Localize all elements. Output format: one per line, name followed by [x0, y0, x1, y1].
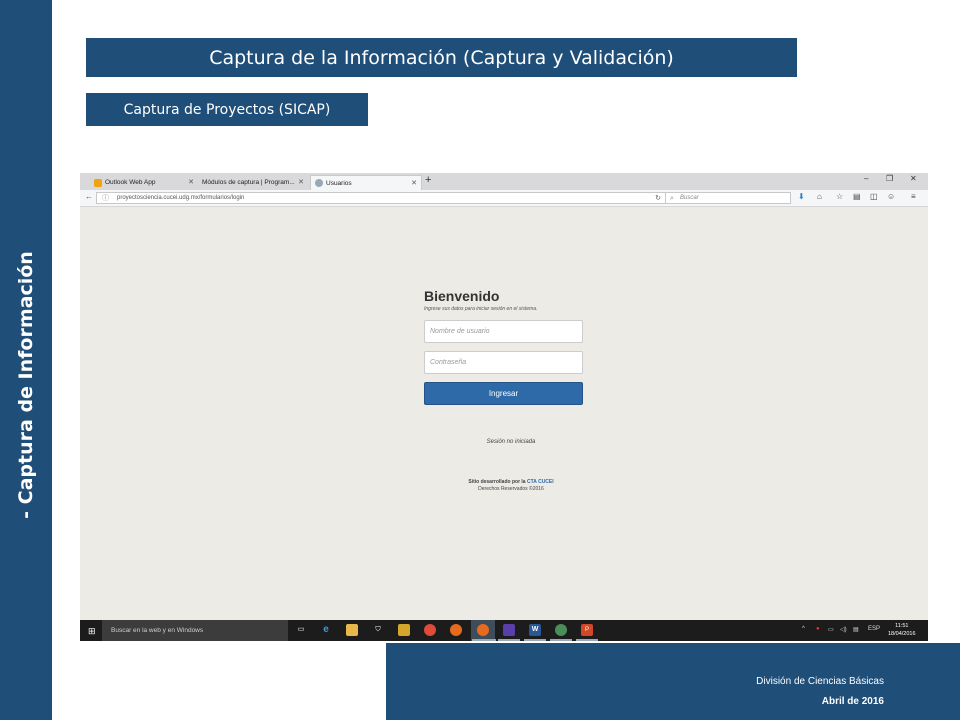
star-icon[interactable]: ☆ [836, 192, 843, 201]
login-lead: Ingrese sus datos para iniciar sesión en… [424, 306, 538, 312]
edge-icon[interactable]: e [320, 624, 332, 636]
tab-label: Outlook Web App [105, 179, 156, 186]
antivirus-icon[interactable]: ● [816, 626, 820, 632]
language-indicator[interactable]: ESP [868, 626, 880, 632]
settings-icon[interactable] [503, 624, 515, 636]
globe-icon [315, 179, 323, 187]
sidebar-title: - Captura de Información [15, 251, 37, 519]
tray-chevron-icon[interactable]: ^ [802, 626, 805, 632]
tab-label: Usuarios [326, 179, 352, 187]
chrome-icon[interactable] [424, 624, 436, 636]
credit-prefix: Sitio desarrollado por la [468, 479, 526, 485]
close-icon[interactable]: ✕ [411, 179, 417, 187]
media-icon[interactable] [398, 624, 410, 636]
footer-division: División de Ciencias Básicas [756, 676, 884, 687]
word-icon[interactable]: W [529, 624, 541, 636]
volume-icon[interactable]: ◁) [840, 626, 847, 633]
running-indicator [498, 639, 520, 641]
taskbar: ⊞ Buscar en la web y en Windows ▭ e ⛉ W … [80, 620, 928, 641]
login-form: Bienvenido Ingrese sus datos para inicia… [424, 288, 594, 405]
tab-label: Módulos de captura | Program... [202, 179, 295, 186]
tab-bar: Outlook Web App ✕ Módulos de captura | P… [80, 173, 928, 190]
windows-start-icon[interactable]: ⊞ [88, 626, 96, 637]
address-bar[interactable]: ⓘ proyectosciencia.cucei.udg.mx/formular… [96, 192, 666, 204]
nav-bar: ← ⓘ proyectosciencia.cucei.udg.mx/formul… [80, 190, 928, 207]
credits: Sitio desarrollado por la CTA CUCEI Dere… [424, 479, 598, 493]
store-icon[interactable]: ⛉ [372, 624, 384, 636]
running-indicator [472, 639, 496, 641]
firefox-active-icon[interactable] [477, 624, 489, 636]
session-status: Sesión no iniciada [486, 439, 536, 445]
task-view-icon[interactable]: ▭ [295, 624, 307, 636]
back-icon[interactable]: ← [85, 192, 93, 201]
bookmarks-icon[interactable]: ▤ [853, 192, 861, 201]
search-icon: ⌕ [670, 195, 674, 202]
username-field[interactable]: Nombre de usuario [424, 320, 583, 343]
menu-icon[interactable]: ≡ [911, 192, 916, 201]
close-icon[interactable]: ✕ [298, 178, 304, 186]
clock-time: 11:51 [895, 623, 909, 629]
maximize-button[interactable]: ❐ [886, 174, 893, 183]
firefox-icon[interactable] [450, 624, 462, 636]
close-icon[interactable]: ✕ [188, 178, 194, 186]
search-placeholder: Buscar [680, 195, 699, 201]
network-icon[interactable]: ▭ [828, 626, 834, 633]
download-icon[interactable]: ⬇ [798, 192, 805, 201]
url-text: proyectosciencia.cucei.udg.mx/formulario… [117, 195, 245, 201]
new-tab-button[interactable]: + [425, 174, 431, 186]
browser-screenshot: Outlook Web App ✕ Módulos de captura | P… [80, 173, 928, 641]
taskbar-clock[interactable]: 11:51 18/04/2016 [888, 622, 916, 638]
credit-link[interactable]: CTA CUCEI [527, 479, 554, 485]
login-heading: Bienvenido [424, 288, 500, 304]
running-indicator [524, 639, 546, 641]
login-button[interactable]: Ingresar [424, 382, 583, 405]
running-indicator [550, 639, 572, 641]
reload-icon[interactable]: ↻ [655, 193, 661, 204]
outlook-icon [94, 178, 102, 187]
slide-subtitle: Captura de Proyectos (SICAP) [86, 93, 368, 126]
taskbar-search[interactable]: Buscar en la web y en Windows [102, 620, 288, 641]
slide-title: Captura de la Información (Captura y Val… [86, 38, 797, 77]
tab-modulos[interactable]: Módulos de captura | Program... ✕ [198, 175, 308, 190]
home-icon[interactable]: ⌂ [817, 192, 822, 201]
tab-outlook[interactable]: Outlook Web App ✕ [90, 175, 198, 190]
password-field[interactable]: Contraseña [424, 351, 583, 374]
tab-usuarios[interactable]: Usuarios ✕ [310, 175, 422, 190]
pocket-icon[interactable]: ◫ [870, 192, 878, 201]
sidebar: - Captura de Información [0, 0, 52, 720]
close-window-button[interactable]: ✕ [910, 174, 917, 183]
clock-date: 18/04/2016 [888, 631, 916, 637]
running-indicator [576, 639, 598, 641]
powerpoint-icon[interactable]: P [581, 624, 593, 636]
notification-icon[interactable]: ▤ [853, 626, 859, 633]
footer-date: Abril de 2016 [821, 696, 884, 707]
folder-icon[interactable] [346, 624, 358, 636]
rights: Derechos Reservados ©2016 [478, 486, 544, 492]
smiley-icon[interactable]: ☺ [887, 192, 895, 201]
footer-panel: División de Ciencias Básicas Abril de 20… [386, 643, 960, 720]
info-icon[interactable]: ⓘ [102, 193, 109, 204]
minimize-button[interactable]: – [864, 174, 868, 183]
search-box[interactable]: ⌕ Buscar [665, 192, 791, 204]
app-icon[interactable] [555, 624, 567, 636]
